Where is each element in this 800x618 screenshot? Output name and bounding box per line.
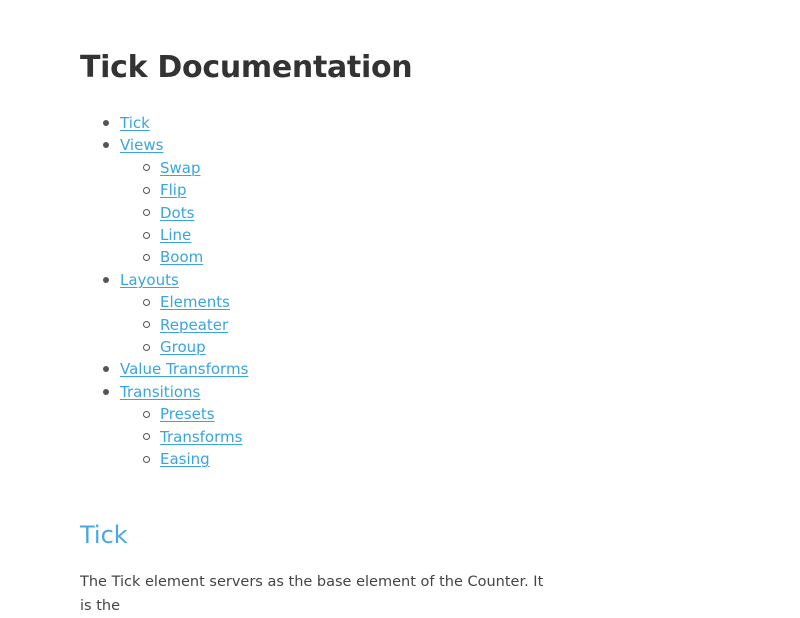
toc-item-transitions: Transitions Presets Transforms Easing bbox=[102, 381, 248, 471]
toc-link-line[interactable]: Line bbox=[160, 226, 191, 244]
toc-link-easing[interactable]: Easing bbox=[160, 450, 210, 468]
section-body-text: The Tick element servers as the base ele… bbox=[80, 574, 544, 614]
section-heading-tick: Tick bbox=[80, 521, 128, 549]
toc-link-tick[interactable]: Tick bbox=[120, 114, 150, 132]
toc-link-views[interactable]: Views bbox=[120, 136, 163, 154]
toc-item-value-transforms: Value Transforms bbox=[102, 358, 248, 380]
page-title: Tick Documentation bbox=[80, 50, 413, 85]
toc-item-tick: Tick bbox=[102, 112, 248, 134]
toc-item-layouts: Layouts Elements Repeater Group bbox=[102, 269, 248, 359]
toc-link-dots[interactable]: Dots bbox=[160, 204, 194, 222]
toc-link-transitions[interactable]: Transitions bbox=[120, 383, 200, 401]
toc-subitem: Flip bbox=[142, 179, 248, 201]
toc-item-views: Views Swap Flip Dots Line Boom bbox=[102, 134, 248, 269]
toc-sublist-transitions: Presets Transforms Easing bbox=[120, 403, 248, 470]
toc-subitem: Easing bbox=[142, 448, 248, 470]
toc-link-group[interactable]: Group bbox=[160, 338, 206, 356]
toc-sublist-layouts: Elements Repeater Group bbox=[120, 291, 248, 358]
toc-subitem: Dots bbox=[142, 202, 248, 224]
toc-subitem: Boom bbox=[142, 246, 248, 268]
toc-link-repeater[interactable]: Repeater bbox=[160, 316, 228, 334]
toc-subitem: Elements bbox=[142, 291, 248, 313]
toc-link-value-transforms[interactable]: Value Transforms bbox=[120, 360, 248, 378]
toc-link-transforms[interactable]: Transforms bbox=[160, 428, 242, 446]
toc-link-swap[interactable]: Swap bbox=[160, 159, 201, 177]
toc-link-elements[interactable]: Elements bbox=[160, 293, 230, 311]
toc-subitem: Repeater bbox=[142, 314, 248, 336]
toc-link-presets[interactable]: Presets bbox=[160, 405, 215, 423]
toc-sublist-views: Swap Flip Dots Line Boom bbox=[120, 157, 248, 269]
toc-subitem: Presets bbox=[142, 403, 248, 425]
toc-subitem: Line bbox=[142, 224, 248, 246]
toc-link-layouts[interactable]: Layouts bbox=[120, 271, 179, 289]
toc-link-flip[interactable]: Flip bbox=[160, 181, 186, 199]
toc-subitem: Swap bbox=[142, 157, 248, 179]
table-of-contents: Tick Views Swap Flip Dots Line Boom Layo… bbox=[80, 112, 248, 471]
toc-link-boom[interactable]: Boom bbox=[160, 248, 203, 266]
toc-subitem: Group bbox=[142, 336, 248, 358]
toc-subitem: Transforms bbox=[142, 426, 248, 448]
